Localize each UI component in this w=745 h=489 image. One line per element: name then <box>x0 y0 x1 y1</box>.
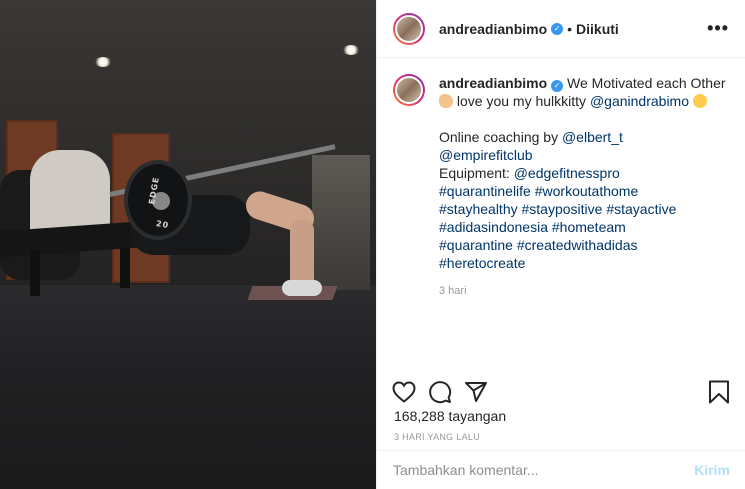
verified-badge-icon: ✓ <box>551 22 564 35</box>
hashtag-link[interactable]: #staypositive <box>522 201 603 217</box>
plate-weight-text: 20 <box>155 218 170 231</box>
post-date: 3 HARI YANG LALU <box>394 432 480 442</box>
share-icon <box>465 382 487 402</box>
caption-line: Online coaching by <box>439 129 559 145</box>
bookmark-icon <box>709 380 729 404</box>
comment-icon <box>429 381 452 404</box>
verified-badge-icon: ✓ <box>551 80 564 92</box>
hashtag-link[interactable]: #stayactive <box>606 201 676 217</box>
send-comment-button[interactable]: Kirim <box>694 462 730 478</box>
hashtag-link[interactable]: #quarantinelife <box>439 183 531 199</box>
separator-dot: • <box>567 20 573 37</box>
view-count[interactable]: 168,288 tayangan <box>394 408 506 424</box>
instagram-post: EDGE 20 andreadianbimo ✓ • Diikuti ••• a… <box>0 0 745 489</box>
kiss-face-icon <box>692 94 707 108</box>
heart-icon <box>392 381 416 403</box>
caption-username[interactable]: andreadianbimo <box>439 75 547 91</box>
avatar-image <box>395 76 423 104</box>
hashtag-link[interactable]: #workoutathome <box>535 183 639 199</box>
username-link[interactable]: andreadianbimo <box>439 21 547 37</box>
caption-line: We Motivated each Other <box>567 75 726 91</box>
bench-leg <box>120 248 130 288</box>
save-button[interactable] <box>706 379 732 405</box>
mention-link[interactable]: @empirefitclub <box>439 147 533 163</box>
hashtag-link[interactable]: #createdwithadidas <box>517 237 638 253</box>
following-button[interactable]: Diikuti <box>576 21 619 37</box>
post-video[interactable]: EDGE 20 <box>0 0 376 489</box>
hashtag-link[interactable]: #heretocreate <box>439 255 525 271</box>
mention-link[interactable]: @edgefitnesspro <box>514 165 620 181</box>
weight-plate: EDGE 20 <box>124 160 192 240</box>
caption-timestamp[interactable]: 3 hari <box>439 282 729 300</box>
ceiling-light <box>342 45 360 55</box>
window <box>312 155 370 290</box>
action-bar <box>377 378 745 406</box>
avatar[interactable] <box>393 74 425 106</box>
share-button[interactable] <box>463 379 489 405</box>
avatar-image <box>395 14 423 43</box>
post-sidebar: andreadianbimo ✓ • Diikuti ••• andreadia… <box>376 0 745 489</box>
flexed-biceps-icon <box>439 94 453 108</box>
mention-link[interactable]: @elbert_t <box>562 129 623 145</box>
hashtag-link[interactable]: #quarantine <box>439 237 513 253</box>
hashtag-link[interactable]: #hometeam <box>552 219 626 235</box>
comment-button[interactable] <box>427 379 453 405</box>
caption-text: andreadianbimo ✓ We Motivated each Other … <box>439 74 729 360</box>
caption-line: Equipment: <box>439 165 510 181</box>
avatar[interactable] <box>393 12 425 45</box>
caption-line: love you my hulkkitty <box>456 93 587 109</box>
gym-floor <box>0 285 376 489</box>
comment-form: Kirim <box>377 450 745 489</box>
hashtag-link[interactable]: #stayhealthy <box>439 201 518 217</box>
more-options-icon[interactable]: ••• <box>707 18 729 39</box>
comment-input[interactable] <box>393 462 695 478</box>
bench-leg <box>30 250 40 296</box>
caption-block: andreadianbimo ✓ We Motivated each Other … <box>377 58 745 360</box>
hashtag-link[interactable]: #adidasindonesia <box>439 219 548 235</box>
mention-link[interactable]: @ganindrabimo <box>590 93 689 109</box>
like-button[interactable] <box>391 379 417 405</box>
lifter-shoe <box>282 280 322 296</box>
post-header: andreadianbimo ✓ • Diikuti ••• <box>377 0 745 58</box>
ceiling-light <box>94 57 112 67</box>
